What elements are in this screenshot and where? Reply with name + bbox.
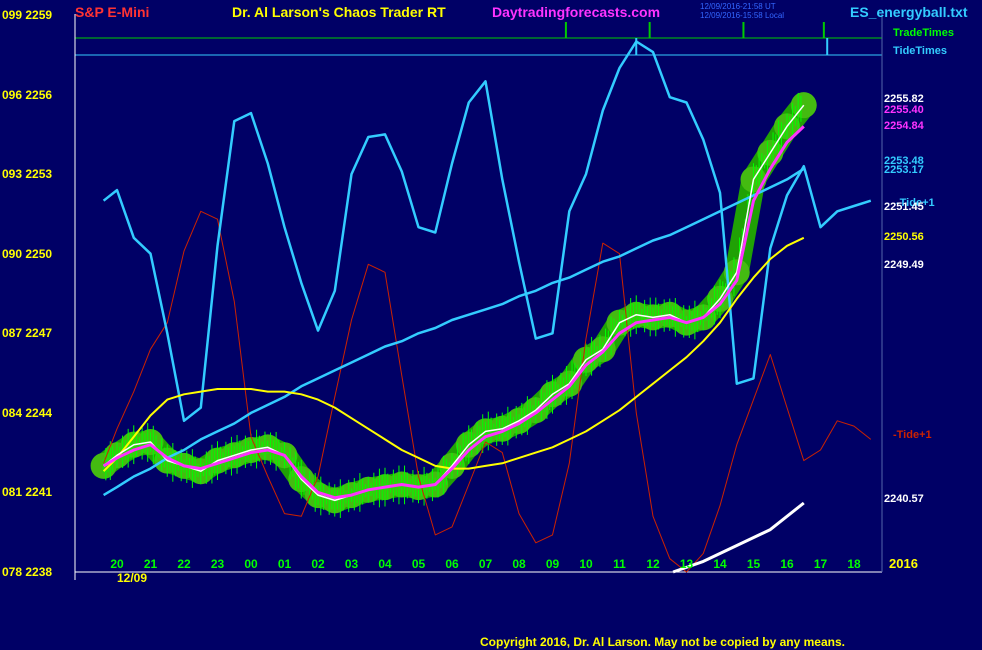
x-tick-label: 14 bbox=[713, 557, 727, 571]
x-tick-label: 17 bbox=[813, 557, 828, 571]
x-tick-label: 10 bbox=[579, 557, 593, 571]
x-tick-label: 20 bbox=[110, 557, 124, 571]
x-tick-label: 12 bbox=[646, 557, 660, 571]
x-tick-label: 21 bbox=[143, 557, 158, 571]
y-tick-label: 078 2238 bbox=[2, 565, 53, 579]
x-tick-label: 08 bbox=[512, 557, 526, 571]
x-tick-label: 01 bbox=[277, 557, 292, 571]
right-value-label: 2253.17 bbox=[884, 164, 924, 176]
app-title: Dr. Al Larson's Chaos Trader RT bbox=[232, 4, 446, 20]
year-label: 2016 bbox=[889, 556, 918, 571]
timestamp-ut: 12/09/2016-21:58 UT bbox=[700, 2, 776, 11]
right-value-label: 2254.84 bbox=[884, 120, 924, 132]
symbol-label: S&P E-Mini bbox=[75, 4, 150, 20]
y-tick-label: 087 2247 bbox=[2, 326, 53, 341]
date-label: 12/09 bbox=[117, 571, 148, 585]
x-tick-label: 09 bbox=[545, 557, 560, 571]
right-value-label: 2249.49 bbox=[884, 259, 924, 271]
x-tick-label: 22 bbox=[177, 557, 191, 571]
y-tick-label: 090 2250 bbox=[2, 246, 53, 261]
timestamp-local: 12/09/2016-15:58 Local bbox=[700, 11, 785, 20]
legend-tide-times: TideTimes bbox=[893, 45, 948, 57]
x-tick-label: 05 bbox=[411, 557, 426, 571]
chart-background bbox=[0, 0, 982, 650]
file-label: ES_energyball.txt bbox=[850, 4, 968, 20]
x-tick-label: 07 bbox=[478, 557, 493, 571]
y-tick-label: 081 2241 bbox=[2, 485, 53, 500]
x-tick-label: 13 bbox=[679, 557, 694, 571]
y-tick-label: 093 2253 bbox=[2, 167, 53, 182]
y-tick-label: 084 2244 bbox=[2, 405, 53, 420]
x-tick-label: 23 bbox=[210, 557, 225, 571]
right-value-label: -Tide+1 bbox=[893, 429, 932, 441]
right-value-label: 2255.40 bbox=[884, 104, 924, 116]
y-tick-label: 096 2256 bbox=[2, 87, 53, 102]
x-tick-label: 00 bbox=[244, 557, 258, 571]
right-value-label: 2240.57 bbox=[884, 493, 924, 505]
x-tick-label: 03 bbox=[344, 557, 359, 571]
y-tick-label: 099 2259 bbox=[2, 8, 53, 22]
site-link[interactable]: Daytradingforecasts.com bbox=[492, 4, 660, 20]
right-value-label: 2250.56 bbox=[884, 231, 924, 243]
x-tick-label: 15 bbox=[746, 557, 761, 571]
chart-canvas bbox=[0, 0, 982, 650]
legend-trade-times: TradeTimes bbox=[893, 27, 954, 39]
x-tick-label: 16 bbox=[780, 557, 794, 571]
x-tick-label: 04 bbox=[378, 557, 392, 571]
x-tick-label: 11 bbox=[613, 557, 626, 571]
right-value-label: 2251.45 bbox=[884, 201, 924, 213]
copyright-text: Copyright 2016, Dr. Al Larson. May not b… bbox=[480, 635, 845, 649]
x-tick-label: 06 bbox=[445, 557, 459, 571]
x-tick-label: 02 bbox=[311, 557, 325, 571]
x-tick-label: 18 bbox=[847, 557, 861, 571]
